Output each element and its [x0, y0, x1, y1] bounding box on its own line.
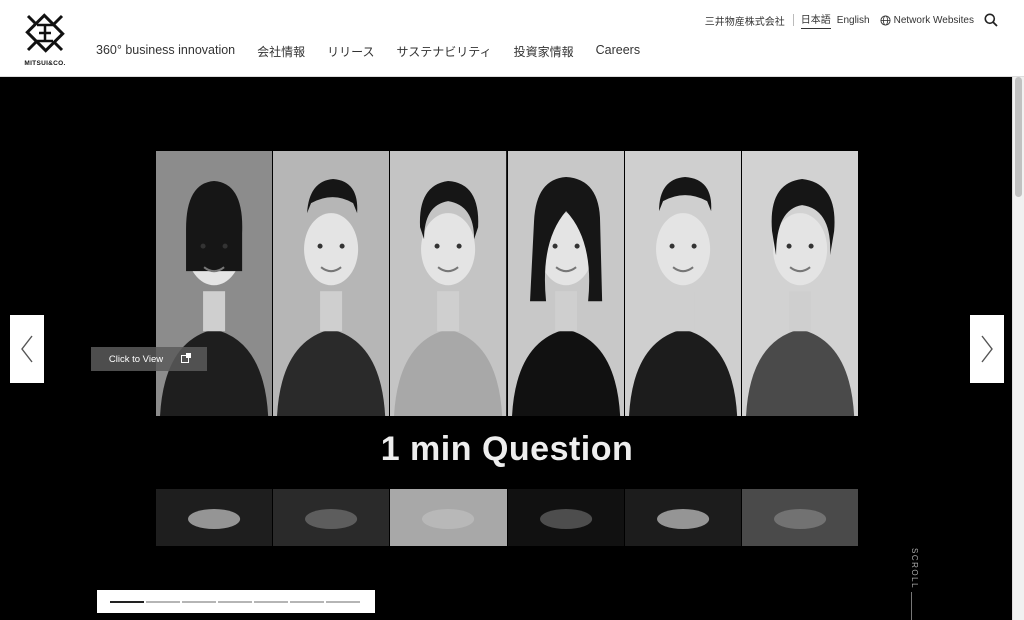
portrait-lower-man-suit-glasses — [273, 489, 390, 546]
logo-text: MITSUI&CO. — [24, 60, 66, 67]
nav-item-1[interactable]: 会社情報 — [257, 43, 305, 60]
lang-ja-link[interactable]: 日本語 — [800, 11, 831, 29]
pager-dot-1[interactable] — [110, 600, 144, 603]
portrait-lower-woman-ponytail — [156, 489, 273, 546]
pager-dot-7[interactable] — [326, 600, 360, 603]
logo-mark-icon — [25, 13, 65, 53]
portrait-lower-woman-long-hair — [507, 489, 624, 546]
chevron-right-icon — [981, 335, 993, 363]
slide-pager — [97, 590, 375, 613]
scroll-indicator-label: SCROLL — [910, 548, 919, 590]
portrait-woman-long-hair[interactable] — [507, 151, 624, 416]
portrait-lower-woman-short-hair — [741, 489, 859, 546]
portrait-man-suit-glasses[interactable] — [273, 151, 390, 416]
click-to-view-label: Click to View — [108, 353, 164, 365]
portrait-lower-woman-bob — [390, 489, 507, 546]
network-websites-link[interactable]: Network Websites — [880, 15, 974, 26]
nav-item-5[interactable]: Careers — [596, 43, 640, 60]
portrait-man-suit[interactable] — [624, 151, 741, 416]
page-scrollbar[interactable] — [1012, 77, 1024, 620]
portrait-woman-ponytail[interactable] — [156, 151, 273, 416]
nav-item-2[interactable]: リリース — [327, 43, 374, 60]
pager-dot-3[interactable] — [182, 600, 216, 603]
portrait-woman-short-hair[interactable] — [741, 151, 859, 416]
external-window-icon — [181, 353, 192, 363]
portrait-lower-man-suit — [624, 489, 741, 546]
scroll-indicator-line — [911, 592, 912, 620]
pager-dot-6[interactable] — [290, 600, 324, 603]
global-nav: 360° business innovation 会社情報 リリース サステナビリティ… — [96, 43, 662, 60]
nav-item-0[interactable]: 360° business innovation — [96, 43, 235, 60]
next-slide-button[interactable] — [970, 315, 1004, 383]
globe-icon — [880, 14, 891, 26]
click-to-view-button[interactable]: Click to View — [91, 347, 207, 371]
divider — [792, 14, 794, 26]
pager-dot-4[interactable] — [218, 600, 252, 603]
hero-headline: 1 min Question — [380, 430, 634, 468]
lang-en-link[interactable]: English — [837, 15, 870, 26]
portrait-woman-bob[interactable] — [390, 151, 507, 416]
network-websites-label: Network Websites — [893, 14, 974, 26]
nav-item-3[interactable]: サステナビリティ — [397, 43, 492, 60]
pager-dot-2[interactable] — [146, 600, 180, 603]
corporate-link[interactable]: 三井物産株式会社 — [705, 13, 785, 28]
pager-dot-5[interactable] — [254, 600, 288, 603]
scrollbar-thumb[interactable] — [1015, 77, 1022, 197]
utility-nav: 三井物産株式会社 日本語 English Network Websites — [705, 11, 998, 29]
portrait-strip[interactable] — [156, 151, 859, 416]
search-icon[interactable] — [984, 13, 998, 27]
portrait-strip-bottom — [156, 489, 859, 546]
prev-slide-button[interactable] — [10, 315, 44, 383]
site-header: MITSUI&CO. 360° business innovation 会社情報 リ… — [0, 0, 1024, 77]
nav-item-4[interactable]: 投資家情報 — [514, 43, 574, 60]
chevron-left-icon — [21, 335, 33, 363]
mitsui-logo[interactable]: MITSUI&CO. — [18, 8, 72, 70]
